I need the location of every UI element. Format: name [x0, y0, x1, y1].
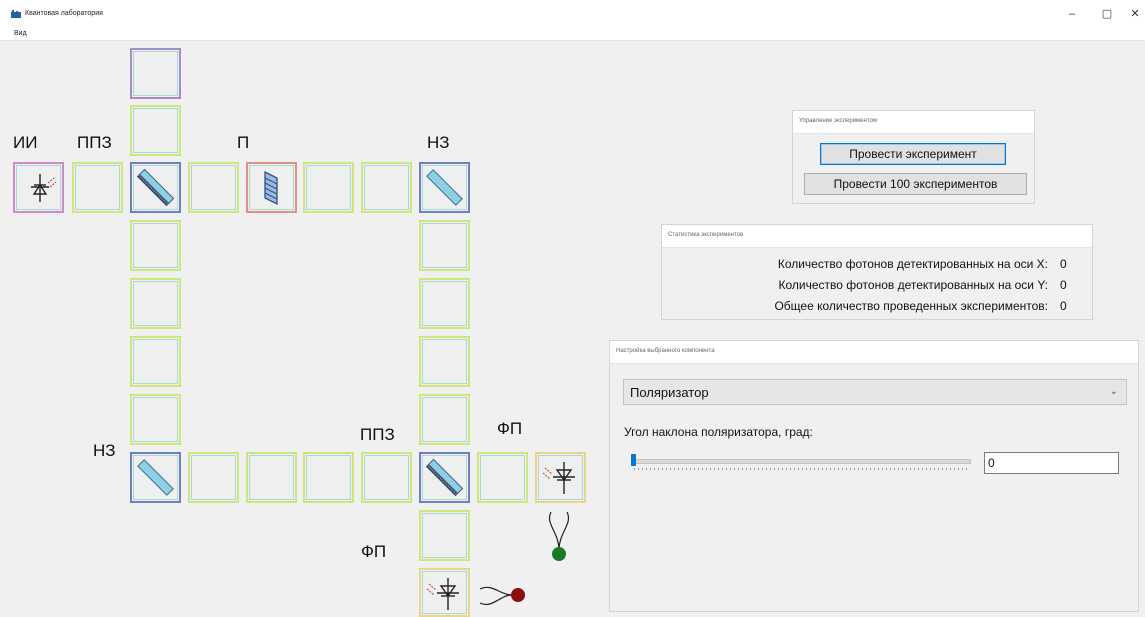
cell-empty[interactable]: [188, 452, 239, 503]
cell-mirror-top-right[interactable]: [419, 162, 470, 213]
cell-empty[interactable]: [361, 452, 412, 503]
stat-label-total: Общее количество проведенных эксперимент…: [774, 299, 1048, 313]
angle-label: Угол наклона поляризатора, град:: [624, 425, 813, 439]
menu-item-view[interactable]: Вид: [14, 30, 27, 37]
cell-empty[interactable]: [130, 105, 181, 156]
cell-beam-splitter-top[interactable]: [130, 162, 181, 213]
cell-empty[interactable]: [130, 48, 181, 99]
cell-empty[interactable]: [188, 162, 239, 213]
cell-empty[interactable]: [130, 278, 181, 329]
cell-empty[interactable]: [419, 336, 470, 387]
menu-bar: Вид: [0, 28, 1145, 41]
experiment-control-panel: Управление экспериментом Провести экспер…: [792, 110, 1035, 204]
maximize-button[interactable]: ▢: [1097, 4, 1117, 24]
statistics-header: Статистика экспериментов: [662, 225, 1092, 248]
run-experiment-button[interactable]: Провести эксперимент: [820, 143, 1006, 165]
photodetector-icon: [426, 578, 459, 610]
beam-splitter-icon: [425, 458, 464, 497]
stat-row-total: Общее количество проведенных эксперимент…: [662, 299, 1094, 315]
cell-beam-splitter-bottom[interactable]: [419, 452, 470, 503]
angle-slider-thumb[interactable]: [631, 454, 636, 466]
polarizer-icon: [264, 170, 278, 206]
chevron-down-icon: ⌄: [1109, 386, 1118, 397]
beam-splitter-icon: [136, 168, 175, 207]
cell-empty[interactable]: [419, 220, 470, 271]
photodetector-icon: [542, 462, 575, 494]
label-ppz-top: ППЗ: [77, 133, 112, 152]
cell-empty[interactable]: [419, 394, 470, 445]
cell-empty[interactable]: [130, 394, 181, 445]
cell-empty[interactable]: [361, 162, 412, 213]
component-select-value: Поляризатор: [630, 385, 709, 400]
stat-row-y: Количество фотонов детектированных на ос…: [662, 278, 1094, 294]
cell-empty[interactable]: [303, 452, 354, 503]
cell-source[interactable]: [13, 162, 64, 213]
detector-y-lamp-icon: [479, 586, 525, 605]
title-bar: Квантовая лаборатория – ▢ ✕: [0, 0, 1145, 28]
photon-source-icon: [31, 174, 57, 202]
cell-empty[interactable]: [419, 510, 470, 561]
cell-empty[interactable]: [246, 452, 297, 503]
stat-row-x: Количество фотонов детектированных на ос…: [662, 257, 1094, 273]
close-button[interactable]: ✕: [1125, 4, 1145, 24]
stat-label-x: Количество фотонов детектированных на ос…: [777, 257, 1048, 271]
window-title: Квантовая лаборатория: [25, 10, 103, 17]
mirror-icon: [137, 459, 174, 496]
cell-detector-y[interactable]: [419, 568, 470, 617]
label-ppz-bottom: ППЗ: [360, 425, 395, 444]
component-settings-header: Настройка выбранного компонента: [610, 341, 1138, 364]
angle-slider-track[interactable]: [631, 459, 971, 464]
statistics-title: Статистика экспериментов: [668, 232, 744, 238]
stat-label-y: Количество фотонов детектированных на ос…: [778, 278, 1049, 292]
cell-empty[interactable]: [72, 162, 123, 213]
label-source: ИИ: [13, 133, 38, 152]
cell-empty[interactable]: [130, 220, 181, 271]
stat-value-total: 0: [1060, 299, 1067, 313]
label-detector-right: ФП: [497, 419, 523, 438]
experiment-control-header: Управление экспериментом: [793, 111, 1034, 134]
cell-empty[interactable]: [303, 162, 354, 213]
stat-value-y: 0: [1060, 278, 1067, 292]
run-100-experiments-button[interactable]: Провести 100 экспериментов: [804, 173, 1027, 195]
cell-empty[interactable]: [477, 452, 528, 503]
label-nz-top: НЗ: [427, 133, 450, 152]
statistics-panel: Статистика экспериментов Количество фото…: [661, 224, 1093, 320]
angle-input[interactable]: [984, 452, 1119, 474]
label-detector-bottom: ФП: [361, 542, 387, 561]
detector-x-lamp-icon: [549, 511, 569, 561]
app-icon: [11, 10, 21, 18]
experiment-control-title: Управление экспериментом: [799, 118, 877, 124]
cell-polarizer[interactable]: [246, 162, 297, 213]
mirror-icon: [426, 169, 463, 206]
angle-slider-ticks: [634, 468, 970, 470]
component-settings-panel: Настройка выбранного компонента Поляриза…: [609, 340, 1139, 612]
label-polarizer: П: [237, 133, 250, 152]
cell-empty[interactable]: [130, 336, 181, 387]
cell-empty[interactable]: [419, 278, 470, 329]
cell-detector-x[interactable]: [535, 452, 586, 503]
label-nz-bottom: НЗ: [93, 441, 116, 460]
stat-value-x: 0: [1060, 257, 1067, 271]
component-select[interactable]: Поляризатор ⌄: [623, 379, 1127, 405]
cell-mirror-bottom-left[interactable]: [130, 452, 181, 503]
minimize-button[interactable]: –: [1062, 4, 1082, 24]
component-settings-title: Настройка выбранного компонента: [616, 348, 715, 354]
